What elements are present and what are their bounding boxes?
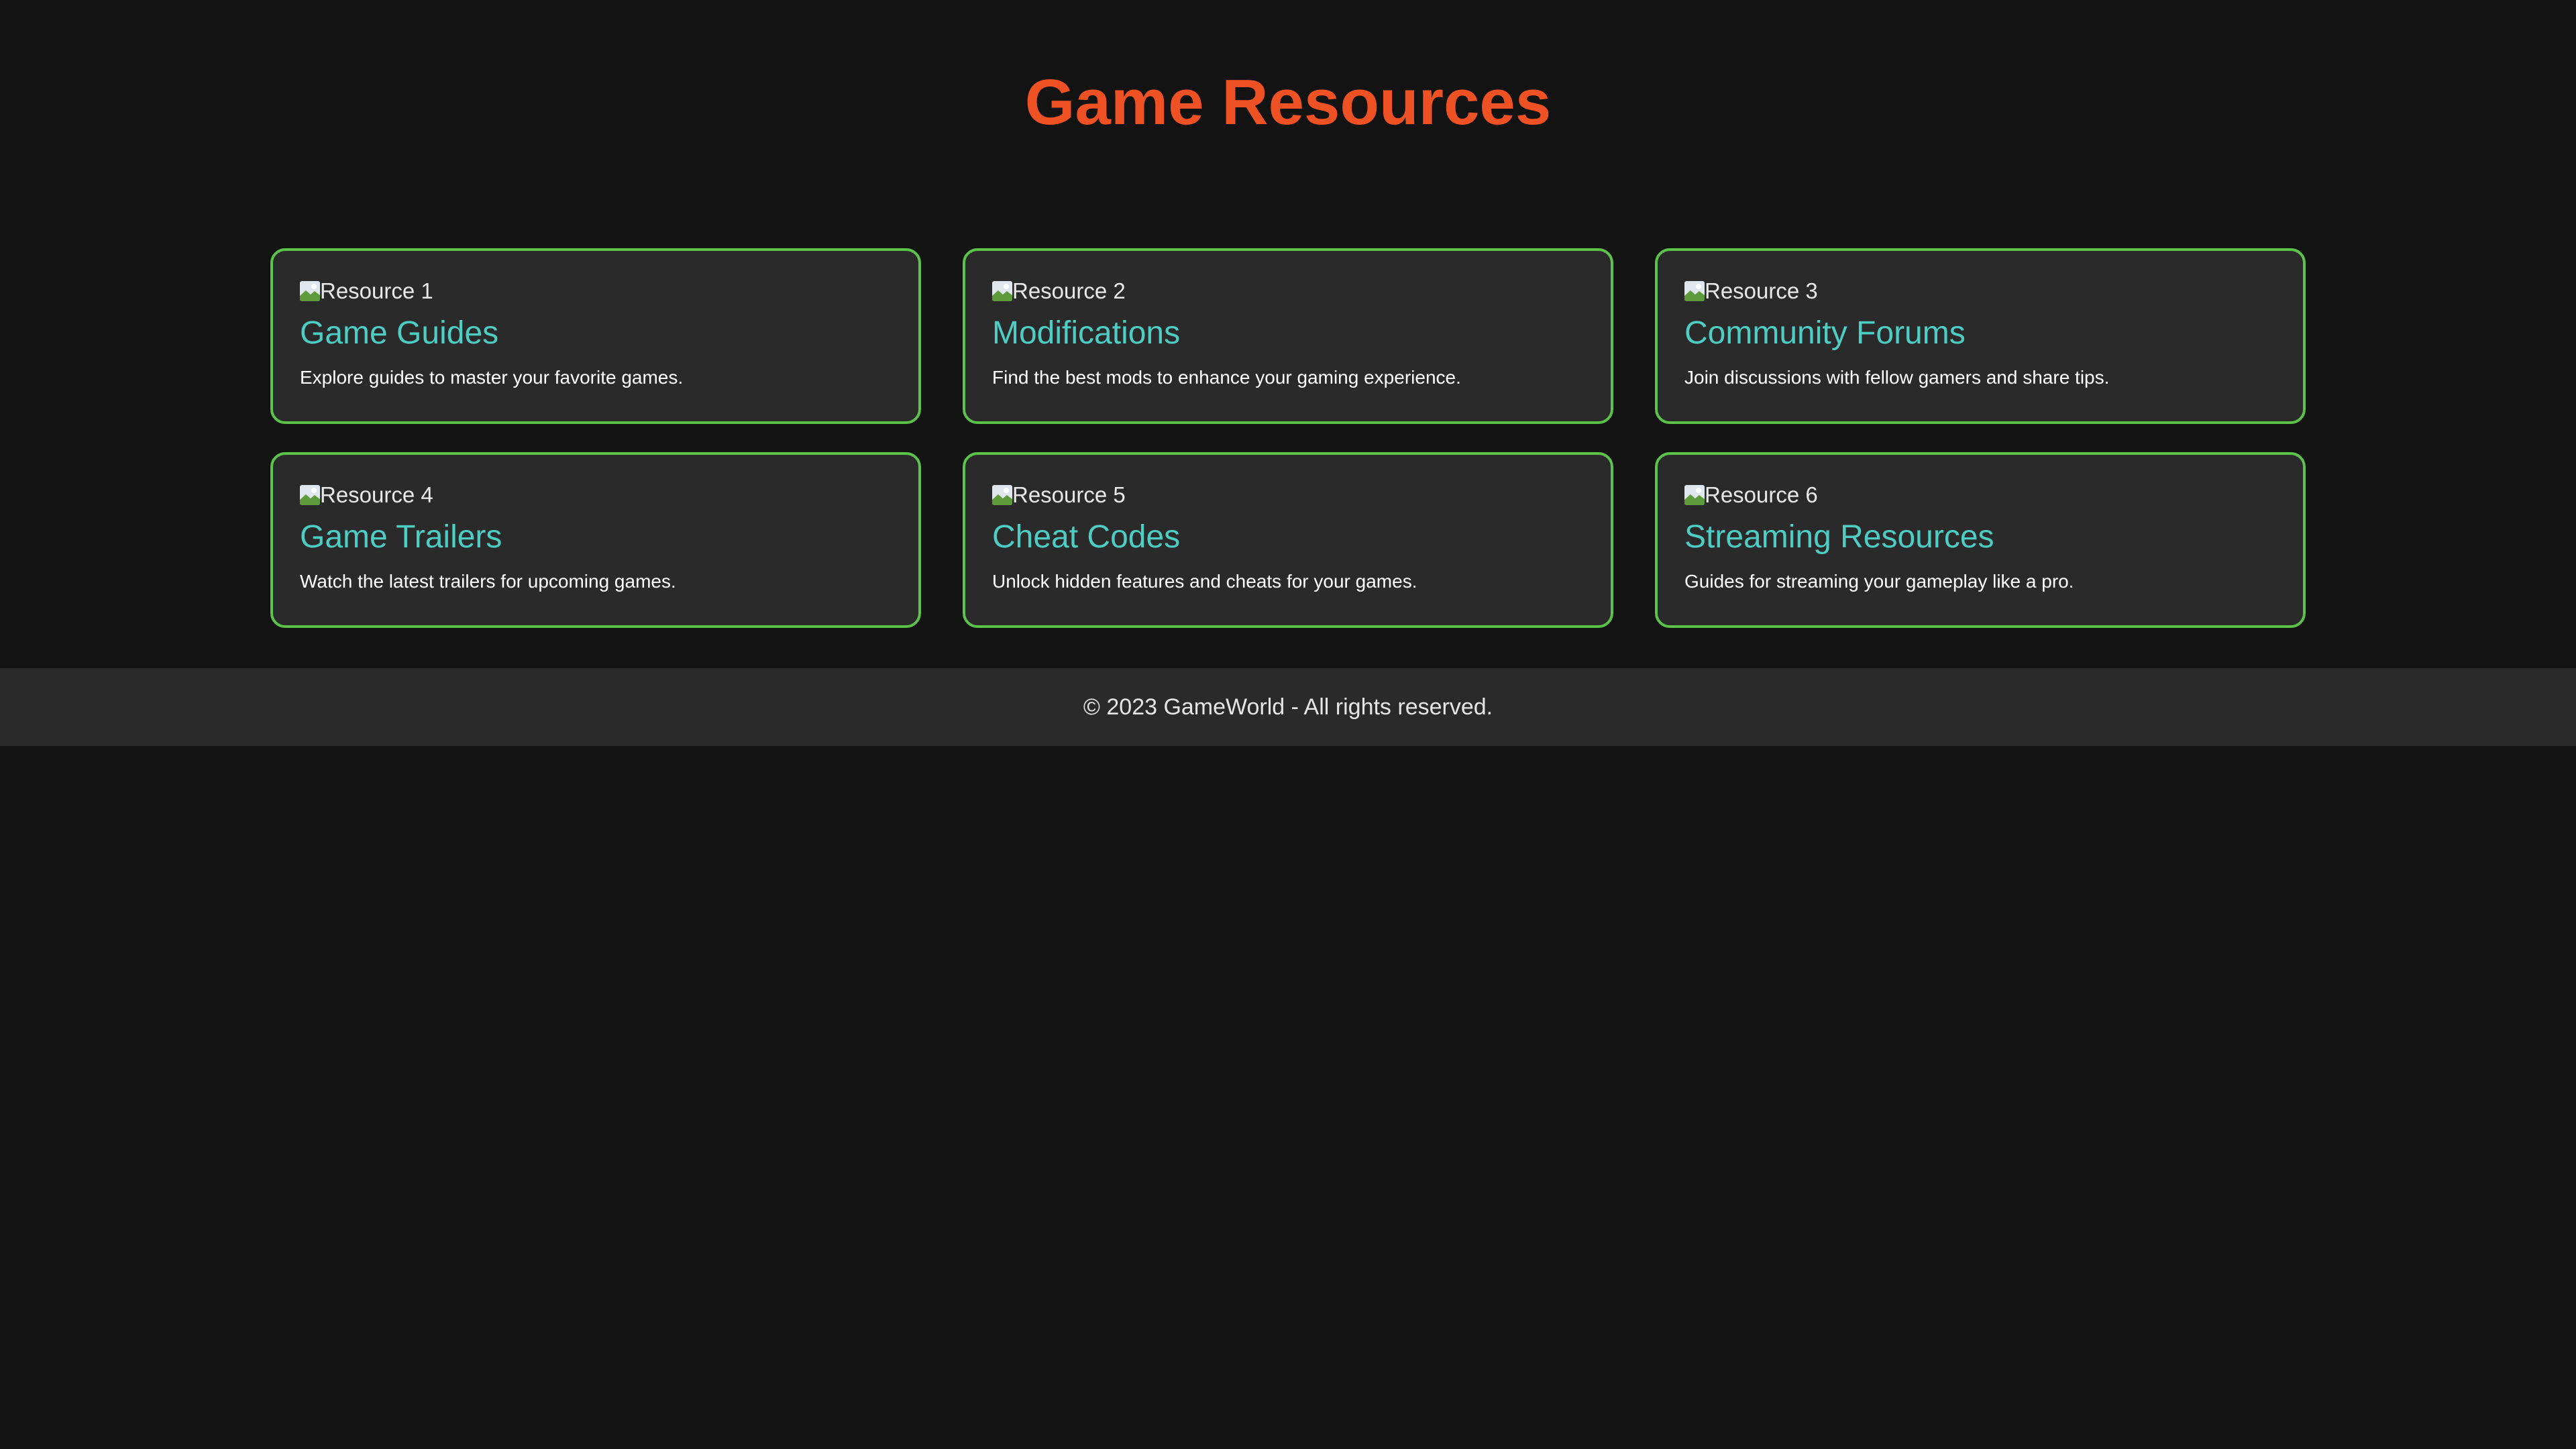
resource-card-cheat-codes[interactable]: Resource 5 Cheat Codes Unlock hidden fea… — [963, 452, 1613, 628]
resource-image: Resource 2 — [992, 276, 1611, 306]
resource-title[interactable]: Game Trailers — [300, 517, 918, 558]
resource-image-alt: Resource 3 — [1705, 278, 1818, 303]
resource-image-alt: Resource 4 — [320, 482, 433, 507]
resource-title[interactable]: Community Forums — [1684, 313, 2303, 354]
resource-description: Find the best mods to enhance your gamin… — [992, 367, 1461, 388]
resource-card-community-forums[interactable]: Resource 3 Community Forums Join discuss… — [1655, 248, 2306, 424]
resource-title[interactable]: Streaming Resources — [1684, 517, 2303, 558]
broken-image-icon — [300, 485, 320, 505]
resource-image-alt: Resource 1 — [320, 278, 433, 303]
resource-title[interactable]: Modifications — [992, 313, 1611, 354]
resource-description: Explore guides to master your favorite g… — [300, 367, 684, 388]
resource-image-alt: Resource 5 — [1012, 482, 1126, 507]
resource-card-game-guides[interactable]: Resource 1 Game Guides Explore guides to… — [270, 248, 921, 424]
resource-image: Resource 1 — [300, 276, 918, 306]
resource-image: Resource 6 — [1684, 480, 2303, 510]
resource-image: Resource 5 — [992, 480, 1611, 510]
resource-description: Watch the latest trailers for upcoming g… — [300, 571, 676, 592]
page-title: Game Resources — [1024, 66, 1552, 138]
resource-card-streaming-resources[interactable]: Resource 6 Streaming Resources Guides fo… — [1655, 452, 2306, 628]
resource-image: Resource 4 — [300, 480, 918, 510]
resource-title[interactable]: Cheat Codes — [992, 517, 1611, 558]
resource-image-alt: Resource 2 — [1012, 278, 1126, 303]
resource-description: Join discussions with fellow gamers and … — [1684, 367, 2110, 388]
resource-title[interactable]: Game Guides — [300, 313, 918, 354]
resource-description: Unlock hidden features and cheats for yo… — [992, 571, 1417, 592]
resource-description: Guides for streaming your gameplay like … — [1684, 571, 2074, 592]
broken-image-icon — [992, 281, 1012, 301]
broken-image-icon — [1684, 485, 1705, 505]
resource-image-alt: Resource 6 — [1705, 482, 1818, 507]
resource-card-modifications[interactable]: Resource 2 Modifications Find the best m… — [963, 248, 1613, 424]
footer: © 2023 GameWorld - All rights reserved. — [0, 668, 2576, 746]
broken-image-icon — [1684, 281, 1705, 301]
resource-image: Resource 3 — [1684, 276, 2303, 306]
broken-image-icon — [992, 485, 1012, 505]
footer-copyright: © 2023 GameWorld - All rights reserved. — [1083, 694, 1493, 720]
resource-card-game-trailers[interactable]: Resource 4 Game Trailers Watch the lates… — [270, 452, 921, 628]
resource-grid: Resource 1 Game Guides Explore guides to… — [270, 248, 2306, 628]
broken-image-icon — [300, 281, 320, 301]
